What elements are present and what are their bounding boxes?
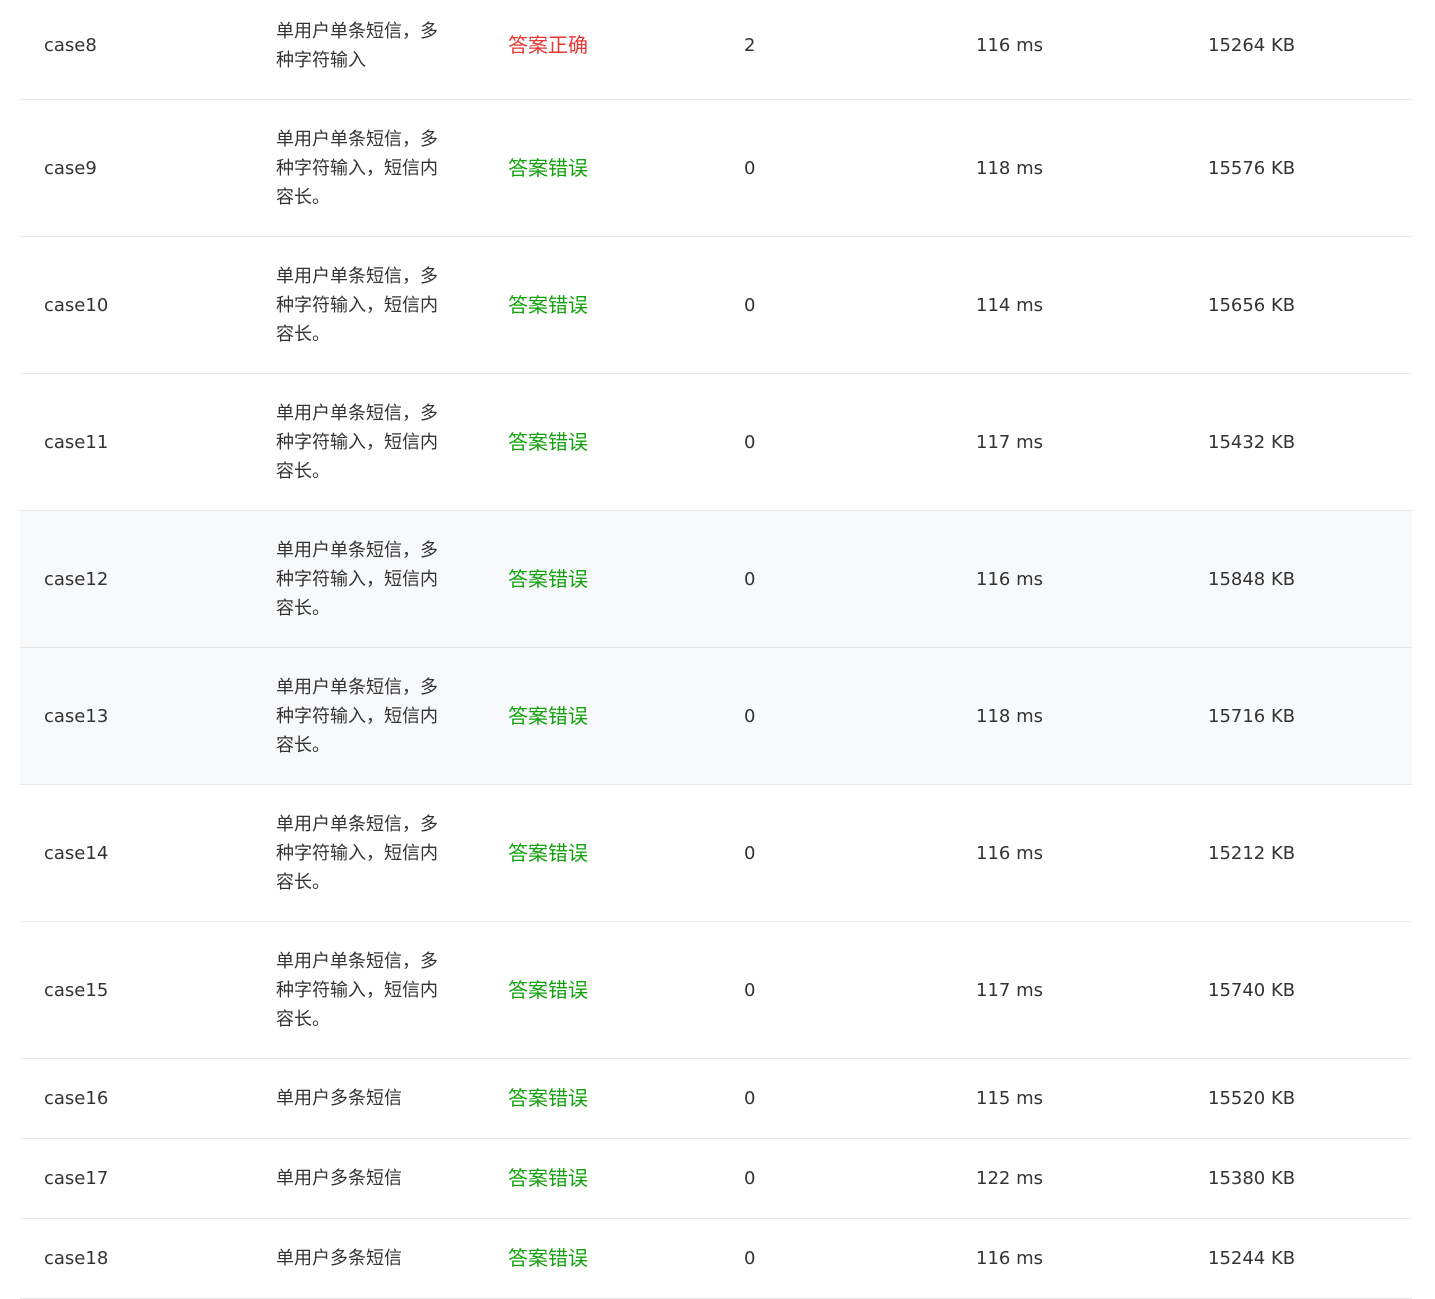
case-name: case15 [44,979,109,1001]
status-badge: 答案错误 [508,155,588,180]
case-description: 单用户单条短信，多种字符输入，短信内容长。 [276,402,438,482]
table-row[interactable]: case15 单用户单条短信，多种字符输入，短信内容长。 答案错误 0 117 … [20,922,1412,1059]
score: 0 [744,705,756,727]
table-row[interactable]: case10 单用户单条短信，多种字符输入，短信内容长。 答案错误 0 114 … [20,237,1412,374]
score: 2 [744,35,756,56]
case-description: 单用户多条短信 [276,1168,402,1189]
case-description: 单用户单条短信，多种字符输入，短信内容长。 [276,950,438,1030]
case-name: case16 [44,1088,109,1109]
score: 0 [744,568,756,590]
status-badge: 答案错误 [508,429,588,454]
status-badge: 答案错误 [508,840,588,865]
memory-usage: 15244 KB [1208,1248,1296,1269]
memory-usage: 15380 KB [1208,1168,1296,1189]
case-description: 单用户单条短信，多种字符输入，短信内容长。 [276,676,438,756]
status-badge: 答案错误 [508,703,588,728]
memory-usage: 15716 KB [1208,705,1296,727]
run-time: 116 ms [976,35,1043,56]
run-time: 122 ms [976,1168,1043,1189]
case-name: case9 [44,157,97,179]
memory-usage: 15848 KB [1208,568,1296,590]
case-name: case8 [44,35,97,56]
table-row[interactable]: case14 单用户单条短信，多种字符输入，短信内容长。 答案错误 0 116 … [20,785,1412,922]
case-name: case10 [44,294,109,316]
run-time: 117 ms [976,979,1043,1001]
table-row[interactable]: case17 单用户多条短信 答案错误 0 122 ms 15380 KB [20,1139,1412,1219]
test-results-table: case8 单用户单条短信，多种字符输入 答案正确 2 116 ms 15264… [20,0,1412,1299]
case-description: 单用户单条短信，多种字符输入，短信内容长。 [276,539,438,619]
run-time: 114 ms [976,294,1043,316]
table-row[interactable]: case12 单用户单条短信，多种字符输入，短信内容长。 答案错误 0 116 … [20,511,1412,648]
status-badge: 答案错误 [508,1166,588,1190]
case-name: case13 [44,705,109,727]
status-badge: 答案错误 [508,292,588,317]
run-time: 118 ms [976,157,1043,179]
case-name: case11 [44,431,109,453]
case-name: case17 [44,1168,109,1189]
table-row[interactable]: case18 单用户多条短信 答案错误 0 116 ms 15244 KB [20,1219,1412,1299]
score: 0 [744,294,756,316]
status-badge: 答案正确 [508,33,588,57]
table-row[interactable]: case16 单用户多条短信 答案错误 0 115 ms 15520 KB [20,1059,1412,1139]
status-badge: 答案错误 [508,977,588,1002]
status-badge: 答案错误 [508,1246,588,1270]
memory-usage: 15432 KB [1208,431,1296,453]
table-row[interactable]: case11 单用户单条短信，多种字符输入，短信内容长。 答案错误 0 117 … [20,374,1412,511]
run-time: 117 ms [976,431,1043,453]
table-row[interactable]: case8 单用户单条短信，多种字符输入 答案正确 2 116 ms 15264… [20,0,1412,100]
run-time: 116 ms [976,842,1043,864]
memory-usage: 15740 KB [1208,979,1296,1001]
score: 0 [744,431,756,453]
memory-usage: 15520 KB [1208,1088,1296,1109]
case-description: 单用户单条短信，多种字符输入 [276,20,438,71]
case-description: 单用户多条短信 [276,1248,402,1269]
run-time: 118 ms [976,705,1043,727]
memory-usage: 15656 KB [1208,294,1296,316]
table-row[interactable]: case13 单用户单条短信，多种字符输入，短信内容长。 答案错误 0 118 … [20,648,1412,785]
run-time: 116 ms [976,1248,1043,1269]
score: 0 [744,1248,756,1269]
memory-usage: 15264 KB [1208,35,1296,56]
case-description: 单用户单条短信，多种字符输入，短信内容长。 [276,265,438,345]
memory-usage: 15212 KB [1208,842,1296,864]
run-time: 115 ms [976,1088,1043,1109]
score: 0 [744,842,756,864]
case-name: case18 [44,1248,109,1269]
score: 0 [744,1168,756,1189]
memory-usage: 15576 KB [1208,157,1296,179]
case-name: case12 [44,568,109,590]
status-badge: 答案错误 [508,1086,588,1110]
run-time: 116 ms [976,568,1043,590]
table-row[interactable]: case9 单用户单条短信，多种字符输入，短信内容长。 答案错误 0 118 m… [20,100,1412,237]
status-badge: 答案错误 [508,566,588,591]
case-description: 单用户单条短信，多种字符输入，短信内容长。 [276,813,438,893]
score: 0 [744,1088,756,1109]
case-name: case14 [44,842,109,864]
score: 0 [744,979,756,1001]
score: 0 [744,157,756,179]
case-description: 单用户多条短信 [276,1088,402,1109]
case-description: 单用户单条短信，多种字符输入，短信内容长。 [276,128,438,208]
